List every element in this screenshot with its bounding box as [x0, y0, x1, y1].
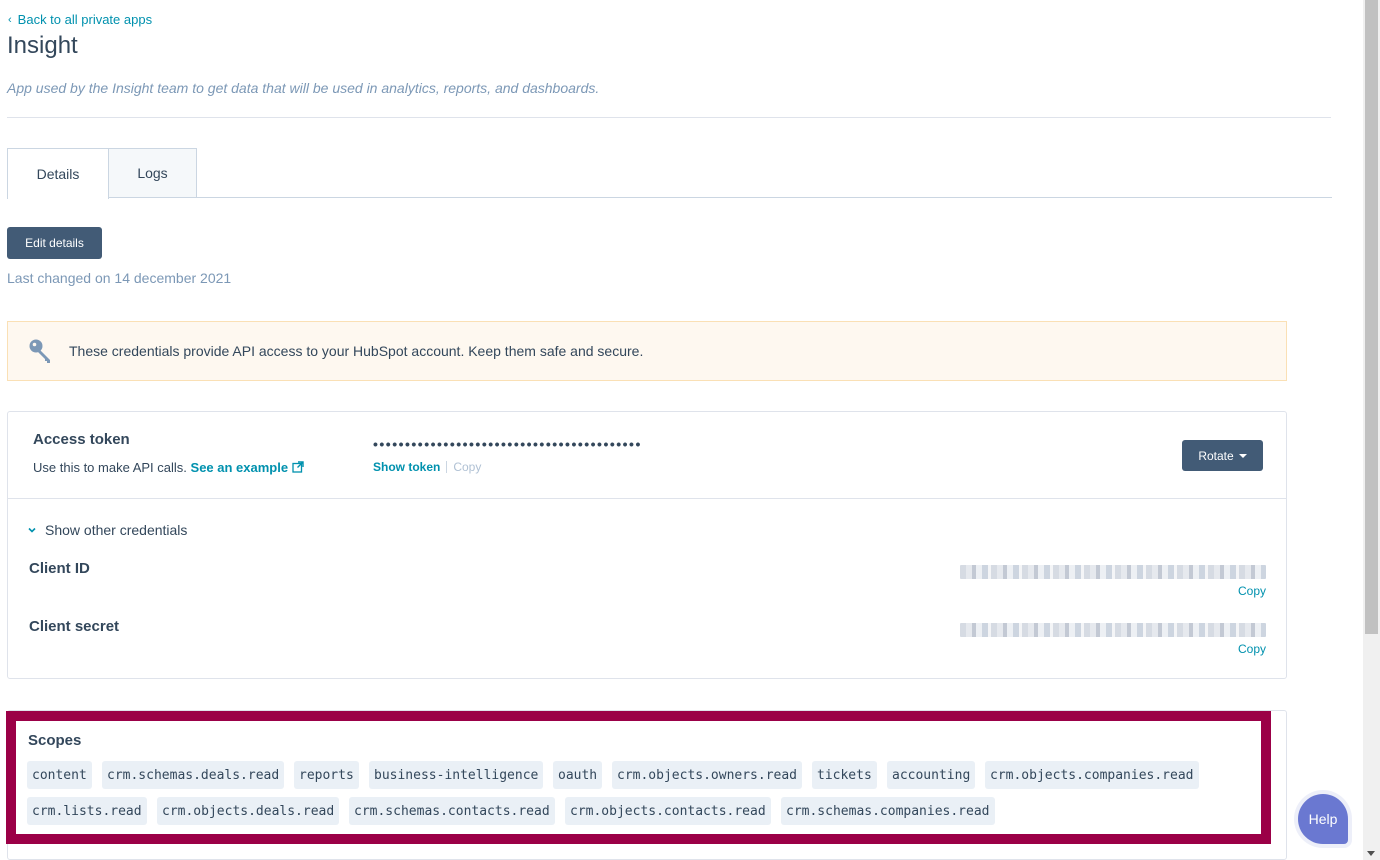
help-button[interactable]: Help [1298, 794, 1348, 844]
scope-tag: crm.objects.contacts.read [565, 797, 771, 825]
scope-tag: content [27, 761, 92, 789]
copy-client-secret-link[interactable]: Copy [1238, 642, 1266, 656]
scope-tag: crm.objects.companies.read [985, 761, 1199, 789]
scopes-title: Scopes [28, 732, 82, 749]
scrollbar-thumb[interactable] [1365, 0, 1378, 634]
client-secret-label: Client secret [29, 618, 120, 635]
tab-divider [196, 197, 1332, 198]
scope-tag: tickets [812, 761, 877, 789]
rotate-button[interactable]: Rotate [1182, 440, 1263, 471]
client-secret-value-redacted [960, 623, 1266, 637]
edit-details-button[interactable]: Edit details [7, 227, 102, 259]
scope-tag: business-intelligence [369, 761, 544, 789]
card-divider [8, 498, 1286, 499]
show-other-credentials-toggle[interactable]: Show other credentials [27, 522, 187, 538]
chevron-left-icon: ‹ [8, 13, 12, 26]
scope-tag: crm.lists.read [27, 797, 147, 825]
alert-text: These credentials provide API access to … [69, 343, 644, 359]
page-title: Insight [7, 32, 78, 59]
scope-tag: oauth [553, 761, 603, 789]
last-changed-text: Last changed on 14 december 2021 [7, 270, 232, 286]
show-other-label: Show other credentials [45, 522, 188, 538]
separator [446, 461, 448, 473]
access-token-description: Use this to make API calls. See an examp… [33, 460, 304, 475]
tab-logs[interactable]: Logs [109, 148, 197, 198]
client-id-label: Client ID [29, 560, 90, 577]
chevron-down-icon [28, 527, 36, 533]
tab-bar: Details Logs [7, 148, 197, 199]
external-link-icon [292, 461, 304, 473]
scroll-down-arrow-icon[interactable] [1367, 851, 1375, 856]
tab-details[interactable]: Details [7, 148, 109, 199]
scope-tag: crm.objects.owners.read [612, 761, 803, 789]
page: ‹ Back to all private apps Insight App u… [0, 0, 1363, 860]
back-to-apps-link[interactable]: ‹ Back to all private apps [8, 12, 152, 27]
access-token-label: Access token [33, 431, 130, 448]
scope-tag: crm.objects.deals.read [157, 797, 340, 825]
token-actions: Show token Copy [373, 460, 481, 474]
credentials-card: Access token Use this to make API calls.… [7, 411, 1287, 679]
divider [7, 117, 1331, 118]
key-icon [29, 339, 50, 363]
credentials-alert: These credentials provide API access to … [7, 321, 1287, 381]
vertical-scrollbar[interactable] [1363, 0, 1380, 860]
scope-tag: crm.schemas.companies.read [781, 797, 995, 825]
access-token-masked: ••••••••••••••••••••••••••••••••••••••••… [373, 436, 642, 452]
back-link-label: Back to all private apps [17, 12, 153, 27]
rotate-label: Rotate [1198, 448, 1234, 463]
copy-token-link[interactable]: Copy [453, 460, 481, 474]
client-id-value-redacted [960, 565, 1266, 579]
access-token-desc-text: Use this to make API calls. [33, 460, 187, 475]
see-example-label: See an example [190, 460, 289, 475]
show-token-link[interactable]: Show token [373, 460, 440, 474]
caret-down-icon [1238, 453, 1247, 458]
copy-client-id-link[interactable]: Copy [1238, 584, 1266, 598]
see-example-link[interactable]: See an example [191, 460, 305, 475]
scope-tag: crm.schemas.contacts.read [349, 797, 555, 825]
scope-tag: crm.schemas.deals.read [102, 761, 285, 789]
scope-tag: accounting [887, 761, 976, 789]
scope-tag: reports [294, 761, 359, 789]
app-description: App used by the Insight team to get data… [7, 80, 600, 96]
